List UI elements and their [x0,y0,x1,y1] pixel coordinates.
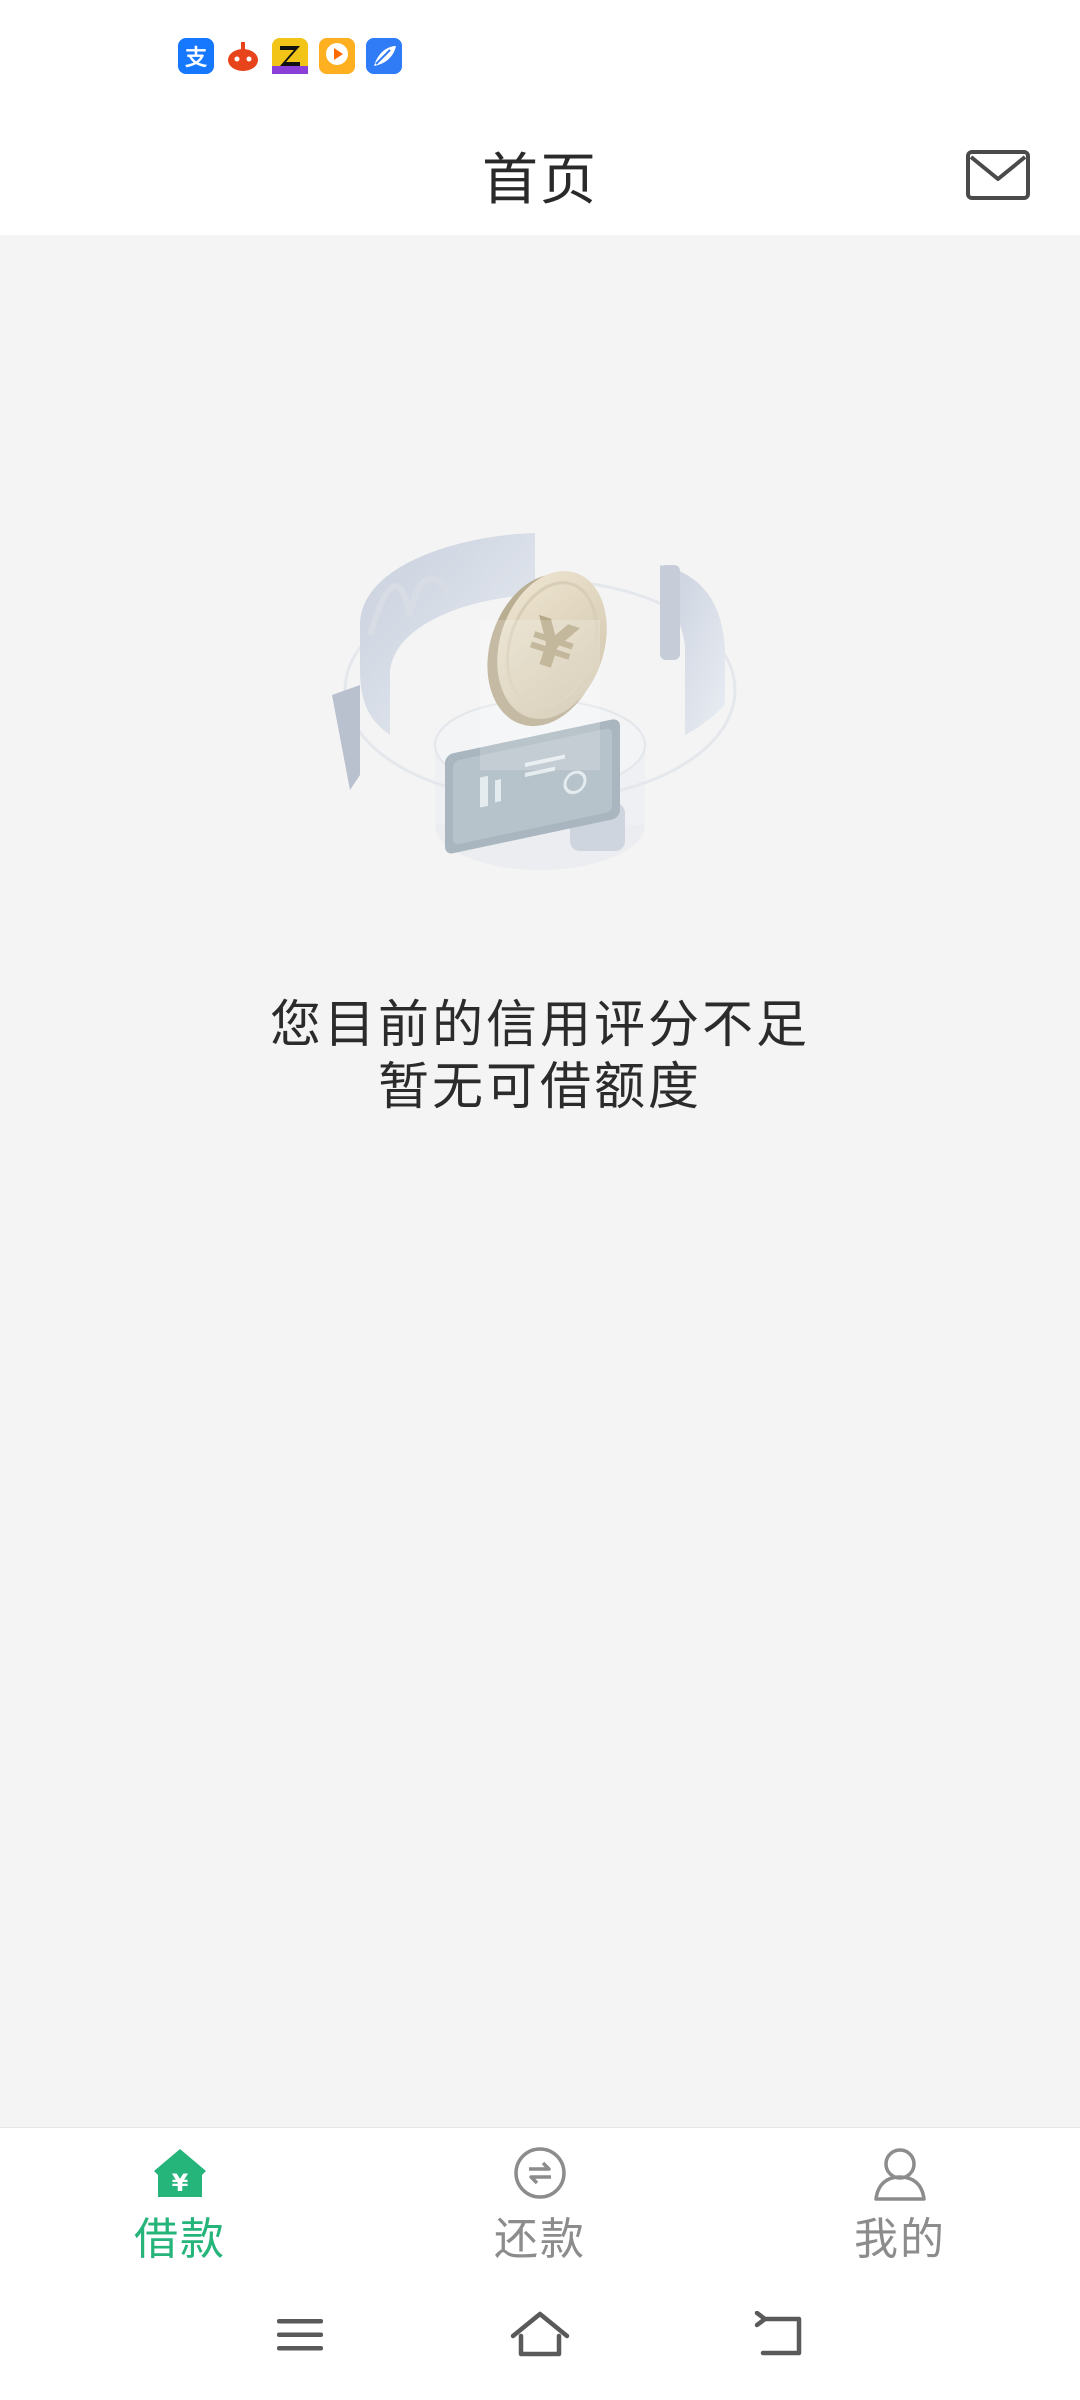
alipay-icon: 支 [178,38,214,74]
loan-house-icon: ¥ [150,2145,210,2201]
notification-icons: 支 [178,38,402,74]
game-icon [272,38,308,74]
yuan-coin-illustration: ¥ [332,533,737,870]
menu-button[interactable] [260,2300,340,2370]
bottom-tab-bar: ¥ 借款 还款 我的 [0,2127,1080,2270]
menu-icon [277,2319,323,2351]
svg-text:¥: ¥ [172,2169,189,2197]
home-icon [510,2311,570,2357]
feather-icon [366,38,402,74]
empty-credit-message: 您目前的信用评分不足 暂无可借额度 [0,995,1080,1119]
user-profile-icon [870,2145,930,2201]
page-title: 首页 [482,148,598,213]
back-icon [754,2311,802,2356]
tab-loan-label: 借款 [134,2214,226,2265]
system-navigation-bar [0,2270,1080,2400]
repay-exchange-icon [510,2145,570,2201]
message-line-1: 您目前的信用评分不足 [269,996,810,1055]
tab-profile-label: 我的 [854,2214,946,2265]
mail-icon [966,150,1030,200]
message-line-2: 暂无可借额度 [377,1058,702,1117]
app-header: 首页 [0,115,1080,235]
tab-loan[interactable]: ¥ 借款 [0,2128,360,2271]
tab-profile[interactable]: 我的 [720,2128,1080,2271]
tab-repay-label: 还款 [494,2214,586,2265]
status-bar: 支 [0,0,1080,115]
home-main: ¥ 您目前的信用评分不足 暂无可借额度 [0,235,1080,2127]
home-button[interactable] [500,2300,580,2370]
tab-repay[interactable]: 还款 [360,2128,720,2271]
mail-button[interactable] [962,145,1034,205]
taobao-icon [225,38,261,74]
back-button[interactable] [740,2300,820,2370]
video-icon [319,38,355,74]
app-screen: 支 首页 ¥ 您目前的信用评分不足 暂无可借额度 ¥ 借款 还款 我的 [0,0,1080,2400]
